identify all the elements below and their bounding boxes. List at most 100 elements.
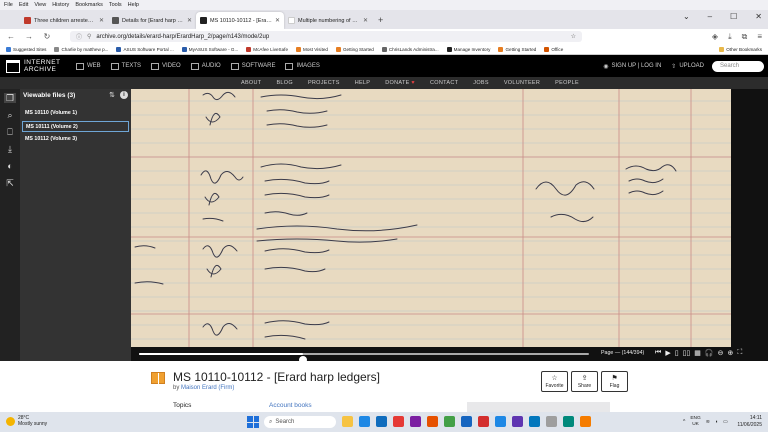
share-icon[interactable]: ⇱ xyxy=(4,178,16,188)
share-button[interactable]: ⇪ Share xyxy=(571,371,598,392)
bookmark-icon[interactable]: ⎕ xyxy=(4,127,16,137)
close-icon[interactable]: ✕ xyxy=(275,17,280,24)
taskbar-app-icon[interactable] xyxy=(461,416,472,427)
fullscreen-icon[interactable]: ⛶ xyxy=(737,349,742,357)
bookmark-chrislands[interactable]: ChrisLands Administra... xyxy=(381,46,439,52)
taskbar-app-icon[interactable] xyxy=(410,416,421,427)
menu-file[interactable]: File xyxy=(4,2,13,8)
permissions-icon[interactable]: ⚲ xyxy=(87,33,91,40)
battery-icon[interactable]: ▭ xyxy=(723,419,728,425)
maximize-icon[interactable]: ☐ xyxy=(730,12,737,21)
favorite-button[interactable]: ☆ Favorite xyxy=(541,371,568,392)
menu-view[interactable]: View xyxy=(34,2,46,8)
bookmark-charlie[interactable]: Charlie by matthew p... xyxy=(54,46,108,52)
taskbar-app-icon[interactable] xyxy=(580,416,591,427)
taskbar-app-icon[interactable] xyxy=(427,416,438,427)
taskbar-app-icon[interactable] xyxy=(478,416,489,427)
volume-icon[interactable]: ◖ xyxy=(715,419,718,425)
taskbar-app-icon[interactable] xyxy=(393,416,404,427)
minimize-icon[interactable]: – xyxy=(708,12,712,21)
page-slider-track[interactable] xyxy=(139,353,589,364)
media-video[interactable]: VIDEO xyxy=(151,62,181,70)
app-menu-icon[interactable]: ≡ xyxy=(757,32,762,42)
media-audio[interactable]: AUDIO xyxy=(190,62,221,70)
wifi-icon[interactable]: ≋ xyxy=(706,419,710,425)
nav-projects[interactable]: PROJECTS xyxy=(308,80,340,86)
download-icon[interactable]: ⤓ xyxy=(4,144,16,154)
tab-news[interactable]: Three children arrested on susp ✕ xyxy=(20,12,108,29)
taskbar-app-icon[interactable] xyxy=(444,416,455,427)
bookmark-getting-started-2[interactable]: Getting Started xyxy=(498,46,536,52)
nav-volunteer[interactable]: VOLUNTEER xyxy=(504,80,540,86)
thumbnail-view-icon[interactable]: ▦ xyxy=(694,349,701,357)
topic-link-account-books[interactable]: Account books xyxy=(269,402,312,409)
extensions-icon[interactable]: ⧉ xyxy=(742,32,748,42)
ia-search-input[interactable]: Search xyxy=(712,60,764,72)
upload-link[interactable]: ⇧ UPLOAD xyxy=(671,63,704,70)
bookmark-asus-portal[interactable]: ASUS Software Portal ... xyxy=(116,46,174,52)
taskbar-app-icon[interactable] xyxy=(563,416,574,427)
reload-icon[interactable]: ↻ xyxy=(42,32,52,41)
taskbar-app-icon[interactable] xyxy=(529,416,540,427)
menu-history[interactable]: History xyxy=(52,2,69,8)
info-icon[interactable]: i xyxy=(120,91,128,99)
close-icon[interactable]: ✕ xyxy=(187,17,192,24)
first-page-icon[interactable]: ⏮ xyxy=(655,349,661,357)
search-icon[interactable]: ⌕ xyxy=(4,110,16,120)
bookmark-manage-inventory[interactable]: Manage Inventory xyxy=(446,46,490,52)
media-web[interactable]: WEB xyxy=(76,62,101,70)
taskbar-app-icon[interactable] xyxy=(546,416,557,427)
bookmark-getting-started[interactable]: Getting Started xyxy=(335,46,374,52)
nav-blog[interactable]: BLOG xyxy=(276,80,292,86)
sort-icon[interactable]: ⇅ xyxy=(109,91,115,99)
input-language[interactable]: ENG UK xyxy=(690,416,700,427)
nav-help[interactable]: HELP xyxy=(355,80,371,86)
two-page-view-icon[interactable]: ▯▯ xyxy=(683,349,691,357)
media-texts[interactable]: TEXTS xyxy=(110,62,141,70)
menu-bookmarks[interactable]: Bookmarks xyxy=(75,2,103,8)
bookmark-most-visited[interactable]: Most Visited xyxy=(296,46,328,52)
nav-people[interactable]: PEOPLE xyxy=(555,80,579,86)
read-aloud-icon[interactable]: 🎧 xyxy=(705,349,714,357)
new-tab-plus-icon[interactable]: + xyxy=(378,15,383,25)
ia-logo[interactable]: INTERNET ARCHIVE xyxy=(6,59,66,73)
nav-about[interactable]: ABOUT xyxy=(241,80,261,86)
nav-jobs[interactable]: JOBS xyxy=(473,80,489,86)
nav-donate[interactable]: DONATE ♥ xyxy=(385,80,415,86)
volume-item-3[interactable]: MS 10112 (Volume 3) xyxy=(22,134,129,145)
bookmark-star-icon[interactable]: ☆ xyxy=(571,33,576,40)
visual-adjustments-icon[interactable]: ◐ xyxy=(4,161,16,171)
book-page-viewer[interactable] xyxy=(131,89,768,347)
tray-chevron-icon[interactable]: ^ xyxy=(683,419,685,425)
menu-edit[interactable]: Edit xyxy=(19,2,28,8)
back-arrow-icon[interactable]: ← xyxy=(6,32,16,41)
zoom-out-icon[interactable]: ⊖ xyxy=(718,349,724,357)
volume-item-2[interactable]: MS 10111 (Volume 2) xyxy=(22,121,129,132)
viewable-files-icon[interactable]: ❐ xyxy=(4,93,16,103)
one-page-view-icon[interactable]: ▯ xyxy=(675,349,679,357)
media-software[interactable]: SOFTWARE xyxy=(230,62,275,70)
downloads-icon[interactable]: ⤓ xyxy=(728,32,732,42)
media-images[interactable]: IMAGES xyxy=(285,62,320,70)
next-page-icon[interactable]: ▶ xyxy=(665,349,670,357)
flag-button[interactable]: ⚑ Flag xyxy=(601,371,628,392)
menu-help[interactable]: Help xyxy=(128,2,139,8)
forward-arrow-icon[interactable]: → xyxy=(24,32,34,41)
menu-tools[interactable]: Tools xyxy=(109,2,122,8)
author-link[interactable]: Maison Erard (Firm) xyxy=(181,385,234,391)
page-info-icon[interactable]: ⓘ xyxy=(76,32,82,41)
taskbar-app-icon[interactable] xyxy=(495,416,506,427)
weather-widget[interactable]: 28°C Mostly sunny xyxy=(6,415,47,427)
zoom-in-icon[interactable]: ⊕ xyxy=(728,349,734,357)
address-bar[interactable]: ⓘ ⚲ archive.org/details/erard-harp/Erard… xyxy=(70,31,582,42)
signup-login-link[interactable]: ◉ SIGN UP | LOG IN xyxy=(603,63,661,70)
taskbar-search[interactable]: ⌕ Search xyxy=(264,416,336,428)
windows-start-icon[interactable] xyxy=(247,416,259,428)
other-bookmarks[interactable]: Other Bookmarks xyxy=(719,46,768,52)
volume-item-1[interactable]: MS 10110 (Volume 1) xyxy=(22,108,129,119)
taskbar-app-icon[interactable] xyxy=(359,416,370,427)
bookmark-office[interactable]: Office xyxy=(544,46,563,52)
taskbar-app-icon[interactable] xyxy=(512,416,523,427)
bookmark-myasus[interactable]: MyASUS Software - G... xyxy=(181,46,238,52)
taskbar-app-icon[interactable] xyxy=(376,416,387,427)
